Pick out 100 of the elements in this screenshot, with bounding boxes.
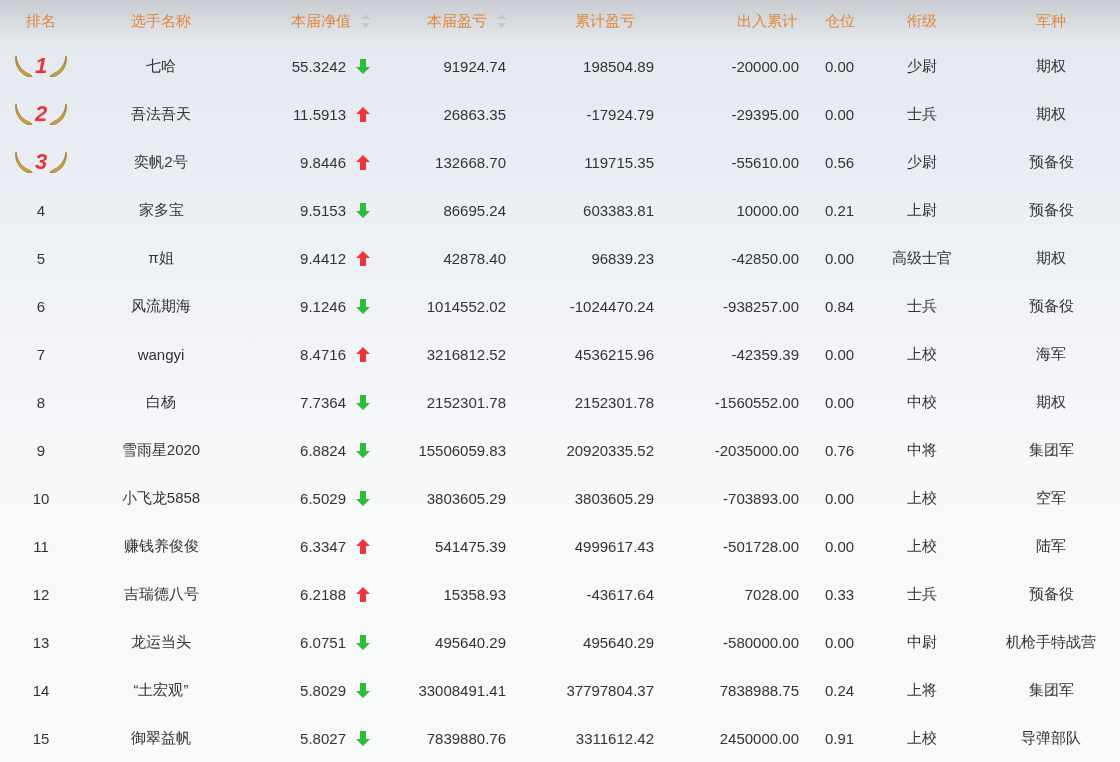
table-cell: 期权 — [1036, 104, 1066, 124]
table-cell: 期权 — [1036, 248, 1066, 268]
rank-number: 12 — [32, 585, 50, 603]
table-cell: 10000.00 — [736, 201, 799, 219]
player-name: 吾法吾天 — [131, 104, 191, 124]
column-header: 累计盈亏 — [574, 11, 636, 31]
table-cell: 预备役 — [1028, 152, 1074, 172]
table-cell: 上尉 — [907, 200, 937, 220]
table-cell: 高级士官 — [892, 248, 952, 268]
net-value: 7.7364 — [300, 393, 346, 411]
table-cell: 0.24 — [824, 681, 855, 699]
table-cell: -55610.00 — [731, 153, 799, 171]
table-cell: 0.21 — [824, 201, 855, 219]
table-cell: 4999617.43 — [574, 537, 654, 555]
player-name: 小飞龙5858 — [121, 488, 201, 508]
table-cell: 士兵 — [907, 584, 937, 604]
table-cell: 37797804.37 — [566, 681, 654, 699]
rank-number: 9 — [36, 441, 46, 459]
net-value: 6.8824 — [300, 441, 346, 459]
table-cell: 导弹部队 — [1021, 728, 1081, 748]
player-name: 御翠益帆 — [131, 728, 191, 748]
rank-number: 3 — [34, 149, 48, 175]
table-cell: 士兵 — [907, 104, 937, 124]
table-cell: -501728.00 — [723, 537, 799, 555]
net-value: 9.5153 — [300, 201, 346, 219]
table-cell: 3216812.52 — [426, 345, 506, 363]
table-cell: 0.91 — [824, 729, 855, 747]
rank-number: 13 — [32, 633, 50, 651]
table-cell: 2450000.00 — [719, 729, 799, 747]
sort-icon[interactable] — [497, 14, 506, 28]
column-header: 衔级 — [906, 11, 938, 31]
table-cell: 15358.93 — [443, 585, 506, 603]
wing-icon — [14, 151, 33, 173]
player-name: 雪雨星2020 — [121, 440, 201, 460]
table-cell: 0.00 — [824, 249, 855, 267]
table-cell: -42359.39 — [731, 345, 799, 363]
table-cell: 上校 — [907, 536, 937, 556]
table-cell: -43617.64 — [586, 585, 654, 603]
table-cell: -1560552.00 — [714, 393, 799, 411]
table-cell: 603383.81 — [583, 201, 654, 219]
table-cell: 33008491.41 — [418, 681, 506, 699]
wing-icon — [14, 103, 33, 125]
net-value: 9.8446 — [300, 153, 346, 171]
table-cell: -580000.00 — [723, 633, 799, 651]
table-cell: 集团军 — [1028, 440, 1074, 460]
net-value: 6.2188 — [300, 585, 346, 603]
table-cell: 42878.40 — [443, 249, 506, 267]
table-cell: 7839880.76 — [426, 729, 506, 747]
table-cell: 海军 — [1036, 344, 1066, 364]
column-header[interactable]: 本届净值 — [240, 11, 380, 31]
column-header: 军种 — [1035, 11, 1067, 31]
net-value: 6.0751 — [300, 633, 346, 651]
table-cell: -938257.00 — [723, 297, 799, 315]
table-cell: 7838988.75 — [719, 681, 799, 699]
column-header[interactable]: 本届盈亏 — [380, 11, 518, 31]
table-cell: 上校 — [907, 488, 937, 508]
net-value: 6.3347 — [300, 537, 346, 555]
table-cell: 上校 — [907, 728, 937, 748]
rank-number: 14 — [32, 681, 50, 699]
wing-icon — [49, 103, 68, 125]
table-cell: 2152301.78 — [574, 393, 654, 411]
table-cell: 少尉 — [907, 56, 937, 76]
table-cell: 86695.24 — [443, 201, 506, 219]
wing-icon — [49, 151, 68, 173]
table-cell: 495640.29 — [435, 633, 506, 651]
table-cell: 预备役 — [1028, 584, 1074, 604]
table-cell: 3803605.29 — [574, 489, 654, 507]
table-cell: 0.00 — [824, 345, 855, 363]
sort-icon[interactable] — [361, 14, 370, 28]
table-cell: 预备役 — [1028, 296, 1074, 316]
player-name: 风流期海 — [131, 296, 191, 316]
table-cell: 3311612.42 — [575, 729, 654, 747]
rank-number: 15 — [32, 729, 50, 747]
table-cell: 中尉 — [907, 632, 937, 652]
table-cell: 119715.35 — [584, 153, 654, 171]
rank-number: 6 — [36, 297, 46, 315]
net-value: 8.4716 — [300, 345, 346, 363]
player-name: wangyi — [137, 345, 185, 363]
table-cell: -703893.00 — [723, 489, 799, 507]
table-cell: 0.00 — [824, 105, 855, 123]
column-header: 出入累计 — [736, 11, 798, 31]
net-value: 55.3242 — [291, 57, 346, 75]
table-cell: 0.00 — [824, 393, 855, 411]
table-cell: 上将 — [907, 680, 937, 700]
table-cell: 15506059.83 — [418, 441, 506, 459]
player-name: 吉瑞德八号 — [123, 584, 199, 604]
rank-number: 1 — [34, 53, 48, 79]
rank-number: 8 — [36, 393, 46, 411]
table-cell: 0.00 — [824, 537, 855, 555]
table-cell: 3803605.29 — [426, 489, 506, 507]
table-cell: -42850.00 — [731, 249, 799, 267]
net-value: 9.1246 — [300, 297, 346, 315]
column-header: 排名 — [25, 11, 57, 31]
rank-number: 2 — [34, 101, 48, 127]
table-cell: 7028.00 — [744, 585, 799, 603]
table-cell: 0.00 — [824, 57, 855, 75]
column-header: 选手名称 — [130, 11, 192, 31]
table-cell: 0.33 — [824, 585, 855, 603]
player-name: “土宏观” — [133, 680, 189, 700]
table-cell: 期权 — [1036, 56, 1066, 76]
